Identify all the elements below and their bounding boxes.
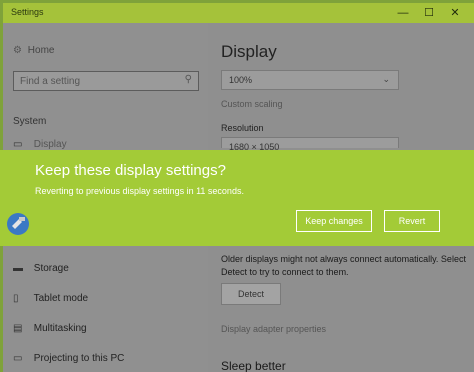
sidebar-item-home[interactable]: ⚙ Home <box>13 45 54 56</box>
sidebar-item-multitasking[interactable]: ▤ Multitasking <box>13 323 87 334</box>
sidebar-item-label: Tablet mode <box>33 293 89 304</box>
home-label: Home <box>27 45 55 56</box>
detect-description: Older displays might not always connect … <box>221 254 466 277</box>
minimize-button[interactable]: — <box>392 5 414 21</box>
dialog-message: Reverting to previous display settings i… <box>35 186 244 196</box>
scale-value: 100% <box>229 75 253 85</box>
sidebar-item-tablet-mode[interactable]: ▯ Tablet mode <box>13 293 88 304</box>
maximize-button[interactable]: ☐ <box>418 5 440 21</box>
keep-settings-dialog: Keep these display settings? Reverting t… <box>0 150 474 246</box>
display-icon: ▭ <box>13 139 23 150</box>
detect-button[interactable]: Detect <box>221 283 281 305</box>
search-input[interactable]: Find a setting ⚲ <box>13 71 199 91</box>
resolution-dropdown[interactable]: 1680 × 1050 <box>221 137 399 152</box>
sidebar-item-label: Display <box>33 139 67 150</box>
multitasking-icon: ▤ <box>13 323 23 334</box>
keep-changes-button[interactable]: Keep changes <box>296 210 372 232</box>
close-button[interactable]: ✕ <box>444 5 466 21</box>
section-label: System <box>13 116 47 127</box>
sidebar-item-label: Storage <box>33 263 69 274</box>
chevron-down-icon: ⌄ <box>382 74 390 84</box>
resolution-label: Resolution <box>221 123 264 133</box>
sidebar-item-projecting[interactable]: ▭ Projecting to this PC <box>13 353 124 364</box>
sidebar-item-label: Projecting to this PC <box>33 353 125 364</box>
gear-icon: ⚙ <box>13 45 22 56</box>
title-bar: Settings — ☐ ✕ <box>3 3 474 23</box>
projecting-icon: ▭ <box>13 353 23 364</box>
revert-button[interactable]: Revert <box>384 210 440 232</box>
tablet-icon: ▯ <box>13 293 19 304</box>
watermark-logo-icon <box>7 213 29 235</box>
dialog-title: Keep these display settings? <box>35 162 226 179</box>
sidebar-item-label: Multitasking <box>33 323 87 334</box>
page-title: Display <box>221 42 277 61</box>
storage-icon: ▬ <box>13 263 23 274</box>
sidebar-item-display[interactable]: ▭ Display <box>13 139 67 150</box>
search-icon: ⚲ <box>184 74 192 85</box>
sleep-better-heading: Sleep better <box>221 359 286 372</box>
search-placeholder: Find a setting <box>20 76 81 87</box>
custom-scaling-link[interactable]: Custom scaling <box>221 99 283 109</box>
scale-dropdown[interactable]: 100% ⌄ <box>221 70 399 90</box>
sidebar-item-storage[interactable]: ▬ Storage <box>13 263 69 274</box>
display-adapter-link[interactable]: Display adapter properties <box>221 324 326 334</box>
window-title: Settings <box>11 7 44 17</box>
